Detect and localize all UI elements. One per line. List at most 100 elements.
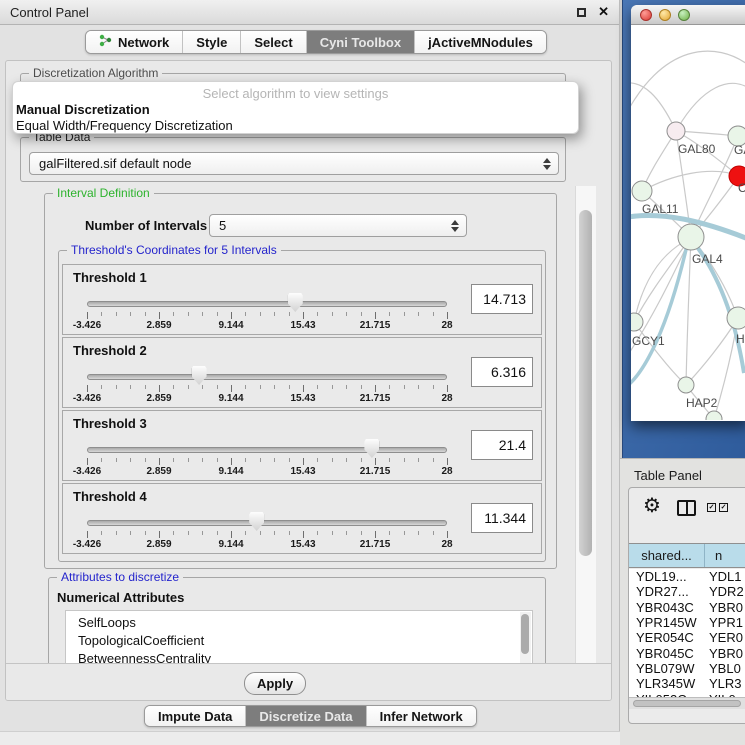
network-node[interactable] xyxy=(631,313,643,331)
discretization-algorithm-legend: Discretization Algorithm xyxy=(29,66,162,80)
float-window-icon[interactable] xyxy=(577,8,586,17)
slider-minor-tick xyxy=(332,458,333,462)
table-row[interactable]: YDL19...YDL1 xyxy=(629,569,745,584)
scrollbar-thumb[interactable] xyxy=(633,700,741,707)
node-label-h: H xyxy=(736,332,745,346)
slider-track[interactable] xyxy=(87,447,447,453)
cell-shared-name: YBR045C xyxy=(629,646,705,661)
table-body: YDL19...YDL1YDR27...YDR2YBR043CYBR0YPR14… xyxy=(629,569,745,697)
attribute-item-topologicalcoefficient[interactable]: TopologicalCoefficient xyxy=(66,632,532,650)
slider-major-tick xyxy=(447,531,448,538)
threshold-slider[interactable]: -3.4262.8599.14415.4321.71528 xyxy=(87,411,447,482)
checked-checkbox-icon[interactable]: ✓ xyxy=(707,503,716,512)
slider-handle[interactable] xyxy=(249,512,264,531)
table-row[interactable]: YBR045CYBR0 xyxy=(629,645,745,660)
slider-minor-tick xyxy=(217,312,218,316)
settings-scrollbar[interactable] xyxy=(575,186,596,663)
slider-minor-tick xyxy=(188,385,189,389)
slider-track[interactable] xyxy=(87,374,447,380)
tab-label: Impute Data xyxy=(158,709,232,724)
threshold-slider[interactable]: -3.4262.8599.14415.4321.71528 xyxy=(87,484,447,555)
table-row[interactable]: YER054CYER0 xyxy=(629,630,745,645)
table-data-select[interactable]: galFiltered.sif default node xyxy=(29,152,559,175)
tab-style[interactable]: Style xyxy=(182,31,240,53)
tab-jactivemnodules[interactable]: jActiveMNodules xyxy=(414,31,546,53)
slider-major-tick xyxy=(87,385,88,392)
table-row[interactable]: YBL079WYBL0 xyxy=(629,661,745,676)
interval-definition-group: Interval Definition Number of Intervals … xyxy=(44,193,557,569)
tab-impute-data[interactable]: Impute Data xyxy=(145,706,245,726)
slider-minor-tick xyxy=(289,458,290,462)
close-traffic-light-icon[interactable] xyxy=(640,9,652,21)
slider-tick-label: -3.426 xyxy=(73,393,101,404)
slider-minor-tick xyxy=(274,312,275,316)
slider-minor-tick xyxy=(361,531,362,535)
threshold-value-field[interactable]: 21.4 xyxy=(471,430,533,460)
num-intervals-select[interactable]: 5 xyxy=(209,214,467,237)
network-node[interactable] xyxy=(678,377,694,393)
column-header-name[interactable]: n xyxy=(705,544,745,567)
slider-minor-tick xyxy=(217,385,218,389)
tab-cyni-toolbox[interactable]: Cyni Toolbox xyxy=(306,31,414,53)
table-row[interactable]: YPR145WYPR1 xyxy=(629,615,745,630)
slider-track[interactable] xyxy=(87,520,447,526)
minimize-traffic-light-icon[interactable] xyxy=(659,9,671,21)
apply-button[interactable]: Apply xyxy=(244,672,306,695)
columns-icon[interactable] xyxy=(677,500,696,516)
slider-major-tick xyxy=(447,385,448,392)
table-row[interactable]: YDR27...YDR2 xyxy=(629,584,745,599)
network-node[interactable] xyxy=(678,224,704,250)
column-header-shared-name[interactable]: shared... xyxy=(629,544,705,567)
cell-shared-name: YBL079W xyxy=(629,661,705,676)
attribute-item-selfloops[interactable]: SelfLoops xyxy=(66,614,532,632)
network-node[interactable] xyxy=(667,122,685,140)
slider-minor-tick xyxy=(389,385,390,389)
threshold-value-field[interactable]: 14.713 xyxy=(471,284,533,314)
algorithm-option-equal-width-frequency-discretization[interactable]: Equal Width/Frequency Discretization xyxy=(13,117,578,133)
threshold-value-field[interactable]: 11.344 xyxy=(471,503,533,533)
slider-handle[interactable] xyxy=(192,366,207,385)
slider-tick-label: 21.715 xyxy=(360,393,391,404)
algorithm-option-manual-discretization[interactable]: Manual Discretization xyxy=(13,101,578,117)
slider-minor-tick xyxy=(245,458,246,462)
tab-label: Style xyxy=(196,35,227,50)
gear-icon[interactable]: ⚙ xyxy=(643,496,661,516)
slider-major-tick xyxy=(447,312,448,319)
network-edge xyxy=(631,51,745,120)
slider-tick-label: 2.859 xyxy=(146,320,171,331)
slider-tick-label: 9.144 xyxy=(218,539,243,550)
slider-minor-tick xyxy=(289,385,290,389)
zoom-traffic-light-icon[interactable] xyxy=(678,9,690,21)
cell-name: YBL0 xyxy=(705,661,745,676)
table-row[interactable]: YBR043CYBR0 xyxy=(629,600,745,615)
tab-label: Infer Network xyxy=(380,709,463,724)
network-node[interactable] xyxy=(727,307,745,329)
tab-infer-network[interactable]: Infer Network xyxy=(366,706,476,726)
slider-handle[interactable] xyxy=(364,439,379,458)
network-window-titlebar[interactable] xyxy=(631,5,745,25)
slider-minor-tick xyxy=(101,531,102,535)
threshold-slider[interactable]: -3.4262.8599.14415.4321.71528 xyxy=(87,265,447,336)
checked-checkbox-icon[interactable]: ✓ xyxy=(719,503,728,512)
close-icon[interactable]: ✕ xyxy=(598,4,609,20)
table-horizontal-scrollbar[interactable] xyxy=(629,697,745,709)
slider-track[interactable] xyxy=(87,301,447,307)
tab-discretize-data[interactable]: Discretize Data xyxy=(245,706,365,726)
network-node[interactable] xyxy=(632,181,652,201)
network-canvas[interactable]: GAL80GACGAL11GAL4GCY1HHAP2 xyxy=(631,25,745,420)
table-row[interactable]: YLR345WYLR3 xyxy=(629,676,745,691)
scrollbar-thumb[interactable] xyxy=(521,614,529,654)
tab-network[interactable]: Network xyxy=(86,31,182,53)
tab-select[interactable]: Select xyxy=(240,31,305,53)
scrollbar-thumb[interactable] xyxy=(579,210,592,556)
slider-minor-tick xyxy=(289,531,290,535)
slider-major-tick xyxy=(231,312,232,319)
threshold-value-field[interactable]: 6.316 xyxy=(471,357,533,387)
threshold-row-threshold-1: Threshold 1-3.4262.8599.14415.4321.71528… xyxy=(62,264,542,335)
slider-minor-tick xyxy=(274,458,275,462)
threshold-slider[interactable]: -3.4262.8599.14415.4321.71528 xyxy=(87,338,447,409)
cell-shared-name: YLR345W xyxy=(629,676,705,691)
slider-handle[interactable] xyxy=(288,293,303,312)
numerical-attributes-label: Numerical Attributes xyxy=(57,590,184,605)
control-panel: Control Panel ✕ NetworkStyleSelectCyni T… xyxy=(0,0,620,745)
